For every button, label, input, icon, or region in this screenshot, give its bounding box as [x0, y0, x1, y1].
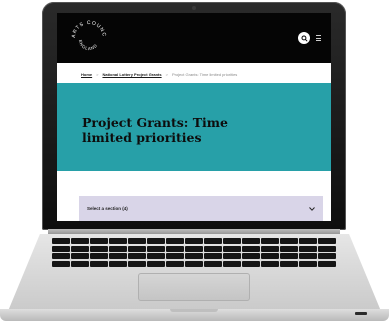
keyboard-key [318, 253, 336, 259]
keyboard-key [318, 245, 336, 252]
webcam [192, 6, 196, 10]
status-light [355, 312, 367, 315]
breadcrumb-parent-link[interactable]: National Lottery Project Grants [102, 72, 161, 77]
keyboard-key [90, 253, 108, 259]
keyboard-key [185, 253, 203, 259]
keyboard-key [318, 260, 336, 267]
svg-text:ENGLAND: ENGLAND [78, 39, 99, 51]
keyboard-key [147, 245, 165, 252]
section-select-label: Select a section (4) [87, 206, 128, 211]
keyboard-key [109, 245, 127, 252]
keyboard-key [185, 260, 203, 267]
keyboard-key [109, 238, 127, 244]
keyboard-key [318, 238, 336, 244]
trackpad [138, 273, 250, 301]
keyboard-key [109, 253, 127, 259]
keyboard-key [185, 238, 203, 244]
keyboard-key [280, 245, 298, 252]
keyboard-key [223, 260, 241, 267]
keyboard-key [71, 245, 89, 252]
keyboard-key [280, 253, 298, 259]
keyboard-key [299, 245, 317, 252]
keyboard-key [204, 253, 222, 259]
keyboard-key [90, 238, 108, 244]
keyboard-key [71, 253, 89, 259]
keyboard-key [280, 260, 298, 267]
keyboard-key [166, 238, 184, 244]
keyboard-key [166, 260, 184, 267]
site-header: ARTS COUNCIL ENGLAND [57, 13, 331, 63]
keyboard-key [166, 253, 184, 259]
keyboard-key [242, 253, 260, 259]
keyboard-key [109, 260, 127, 267]
keyboard-key [147, 260, 165, 267]
keyboard-key [128, 253, 146, 259]
keyboard-key [299, 253, 317, 259]
breadcrumb-separator: > [96, 71, 99, 77]
keyboard-key [223, 245, 241, 252]
menu-button[interactable] [316, 35, 321, 41]
keyboard-key [90, 260, 108, 267]
keyboard-key [52, 238, 70, 244]
breadcrumb-home-link[interactable]: Home [81, 72, 92, 77]
page-title: Project Grants: Time limited priorities [82, 115, 228, 145]
keyboard-key [147, 238, 165, 244]
keyboard-key [128, 238, 146, 244]
keyboard-key [299, 238, 317, 244]
keyboard-key [204, 245, 222, 252]
laptop-device: ARTS COUNCIL ENGLAND [0, 0, 389, 329]
keyboard-key [242, 245, 260, 252]
keyboard-key [185, 245, 203, 252]
keyboard-key [128, 260, 146, 267]
keyboard-key [261, 253, 279, 259]
search-button[interactable] [298, 32, 310, 44]
chevron-down-icon [309, 206, 315, 211]
laptop-screen: ARTS COUNCIL ENGLAND [57, 13, 331, 221]
hero-banner: Project Grants: Time limited priorities [57, 83, 331, 171]
keyboard-key [280, 238, 298, 244]
keyboard-key [204, 260, 222, 267]
keyboard-key [204, 238, 222, 244]
keyboard-key [223, 238, 241, 244]
keyboard-key [71, 260, 89, 267]
svg-text:ARTS COUNCIL: ARTS COUNCIL [69, 18, 107, 38]
breadcrumb: Home > National Lottery Project Grants >… [81, 68, 327, 80]
keyboard-key [261, 260, 279, 267]
search-icon [300, 34, 308, 42]
menu-icon-line [316, 37, 321, 39]
menu-icon [316, 35, 321, 36]
keyboard-key [261, 238, 279, 244]
breadcrumb-current: Project Grants: Time limited priorities [171, 71, 238, 77]
keyboard-key [147, 253, 165, 259]
keyboard-key [52, 260, 70, 267]
keyboard-key [242, 238, 260, 244]
breadcrumb-separator: > [165, 71, 168, 77]
keyboard-key [71, 238, 89, 244]
keyboard-key [242, 260, 260, 267]
keyboard-key [52, 245, 70, 252]
section-select-dropdown[interactable]: Select a section (4) [79, 196, 323, 221]
menu-icon-line [316, 40, 321, 41]
arts-council-logo[interactable]: ARTS COUNCIL ENGLAND [69, 18, 109, 58]
keyboard-key [166, 245, 184, 252]
keyboard [52, 238, 336, 268]
keyboard-key [223, 253, 241, 259]
keyboard-key [299, 260, 317, 267]
laptop-lid: ARTS COUNCIL ENGLAND [42, 2, 346, 230]
lid-notch [170, 309, 218, 312]
header-actions [298, 32, 321, 44]
keyboard-key [90, 245, 108, 252]
keyboard-key [52, 253, 70, 259]
keyboard-key [261, 245, 279, 252]
logo-seal-icon: ARTS COUNCIL ENGLAND [69, 18, 107, 51]
keyboard-key [128, 245, 146, 252]
